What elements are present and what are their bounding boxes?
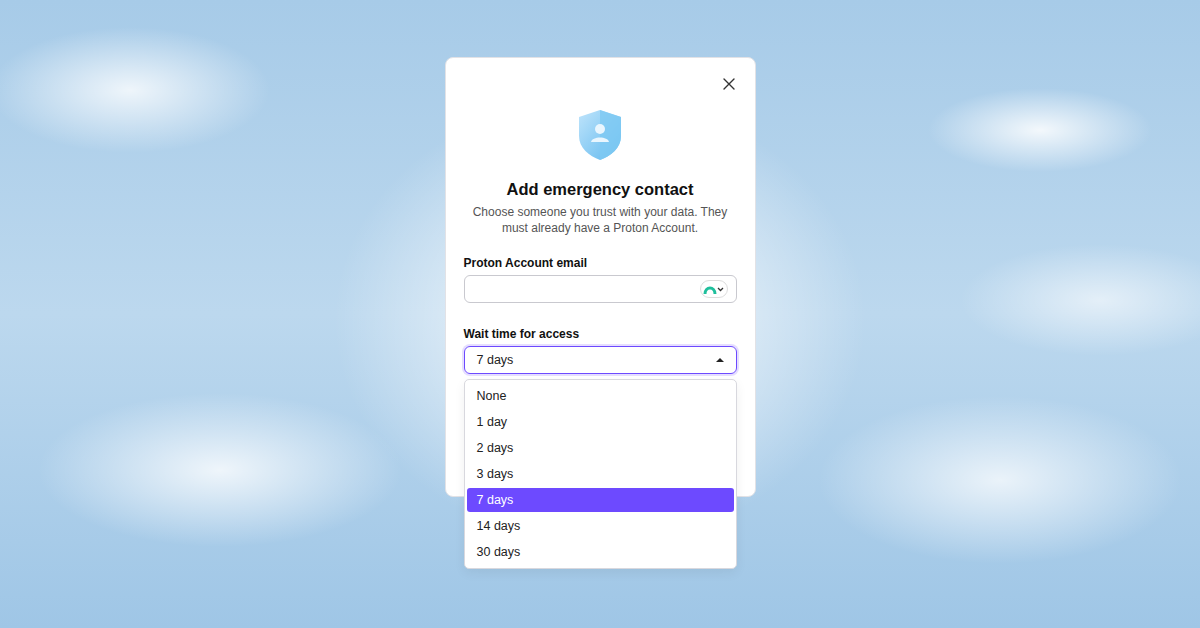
address-picker-button[interactable] [700,280,728,298]
wait-time-label: Wait time for access [464,327,737,341]
emergency-contact-dialog: Add emergency contact Choose someone you … [445,57,756,497]
wait-time-select[interactable]: 7 days [464,346,737,374]
wait-time-dropdown: None1 day2 days3 days7 days14 days30 day… [464,379,737,569]
dropdown-option[interactable]: 2 days [467,436,734,460]
email-input[interactable] [464,275,737,303]
email-label: Proton Account email [464,256,737,270]
sky-background: Add emergency contact Choose someone you … [0,0,1200,628]
dropdown-option[interactable]: 30 days [467,540,734,564]
shield-user-icon [576,108,624,162]
dropdown-option[interactable]: None [467,384,734,408]
dialog-title: Add emergency contact [464,180,737,199]
close-button[interactable] [720,75,738,93]
dropdown-option[interactable]: 1 day [467,410,734,434]
wait-time-value: 7 days [477,353,514,367]
dropdown-option[interactable]: 7 days [467,488,734,512]
dropdown-option[interactable]: 14 days [467,514,734,538]
dialog-description: Choose someone you trust with your data.… [464,204,737,236]
dropdown-option[interactable]: 3 days [467,462,734,486]
proton-pass-icon [703,282,725,296]
caret-up-icon [716,357,724,363]
close-icon [722,77,736,91]
